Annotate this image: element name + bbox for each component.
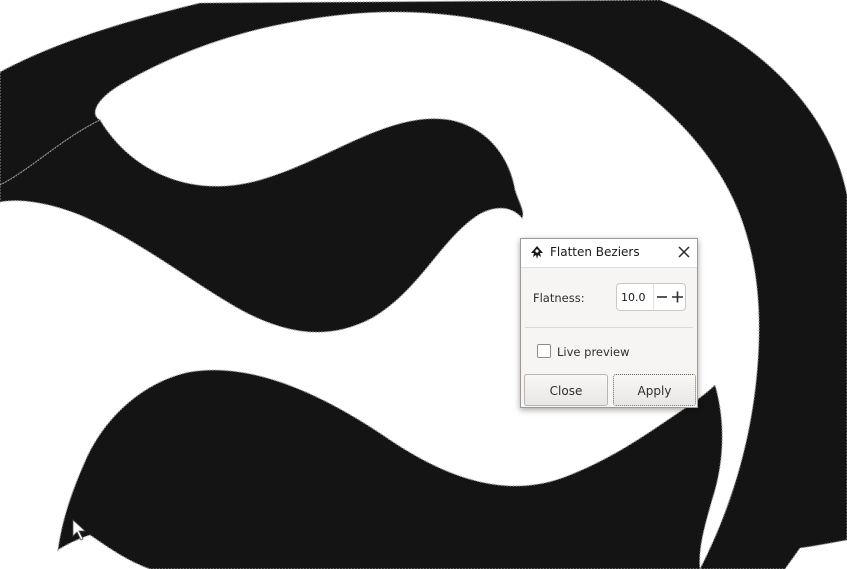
flatness-label: Flatness: (533, 291, 585, 305)
close-button[interactable]: Close (524, 374, 608, 406)
flatness-value[interactable]: 10.0 (621, 291, 646, 304)
plus-icon[interactable] (669, 284, 686, 310)
flatness-spinbutton[interactable]: 10.0 (616, 283, 686, 311)
divider (525, 327, 693, 328)
dialog-title: Flatten Beziers (550, 245, 640, 259)
flatten-beziers-dialog: Flatten Beziers Flatness: 10.0 Live prev… (520, 238, 698, 408)
live-preview-checkbox[interactable] (537, 344, 551, 358)
dialog-titlebar[interactable]: Flatten Beziers (521, 239, 697, 268)
inkscape-icon (529, 245, 545, 261)
close-icon[interactable] (676, 244, 692, 260)
drawing-canvas[interactable] (0, 0, 847, 569)
upper-wave-shape[interactable] (0, 118, 524, 333)
minus-icon[interactable] (653, 284, 670, 310)
apply-button[interactable]: Apply (613, 374, 696, 406)
live-preview-label[interactable]: Live preview (557, 345, 629, 359)
